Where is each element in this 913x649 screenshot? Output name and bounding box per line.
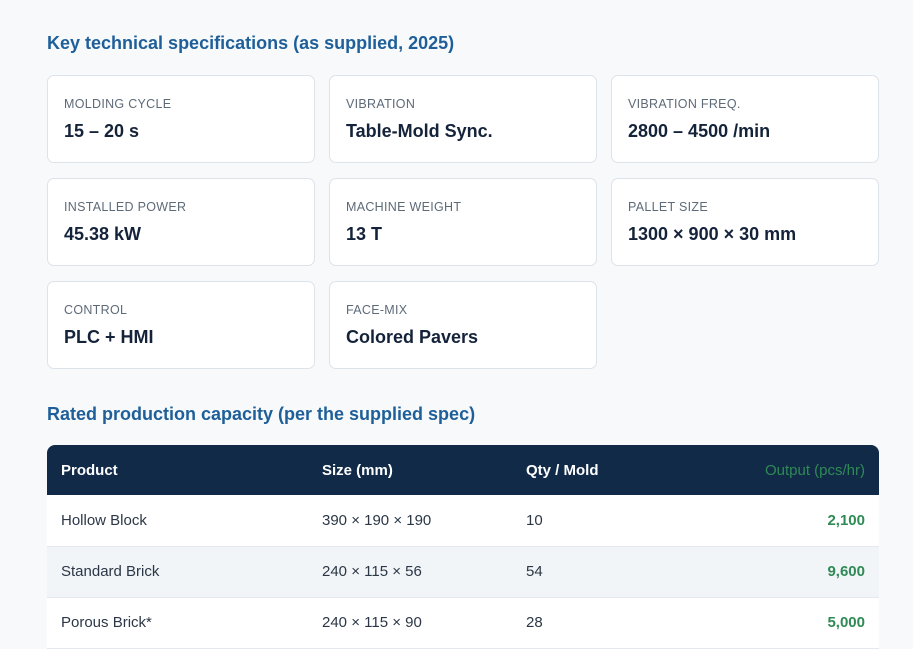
cell-qty: 28 xyxy=(526,614,543,631)
spec-label: Machine weight xyxy=(346,200,462,214)
spec-label: Installed power xyxy=(64,200,187,214)
capacity-table: Product Size (mm) Qty / Mold Output (pcs… xyxy=(47,445,879,649)
spec-value: 2800 – 4500 /min xyxy=(628,121,771,141)
table-row: Standard Brick 240 × 115 × 56 54 9,600 xyxy=(47,546,879,597)
specs-title: Key technical specifications (as supplie… xyxy=(47,33,455,53)
spec-card-vibration: Vibration Table-Mold Sync. xyxy=(329,75,597,163)
spec-card-control: Control PLC + HMI xyxy=(47,281,315,369)
cell-size: 390 × 190 × 190 xyxy=(322,511,432,529)
spec-value: PLC + HMI xyxy=(64,327,154,347)
spec-card-pallet-size: Pallet size 1300 × 900 × 30 mm xyxy=(611,178,879,266)
cell-qty: 10 xyxy=(526,511,543,529)
cell-qty: 54 xyxy=(526,563,543,580)
column-header-qty: Qty / Mold xyxy=(526,461,599,479)
cell-product: Porous Brick* xyxy=(61,614,152,631)
table-row: Hollow Block 390 × 190 × 190 10 2,100 xyxy=(47,495,879,546)
spec-label: Molding cycle xyxy=(64,97,172,111)
spec-value: 13 T xyxy=(346,224,383,244)
spec-label: Pallet size xyxy=(628,200,708,214)
column-header-size: Size (mm) xyxy=(322,461,393,479)
spec-value: Table-Mold Sync. xyxy=(346,121,493,141)
spec-label: Vibration freq. xyxy=(628,97,741,111)
cell-size: 240 × 115 × 56 xyxy=(322,563,422,580)
spec-value: 45.38 kW xyxy=(64,224,142,244)
cell-product: Standard Brick xyxy=(61,563,160,580)
spec-label: Control xyxy=(64,303,128,317)
spec-card-installed-power: Installed power 45.38 kW xyxy=(47,178,315,266)
spec-label: Vibration xyxy=(346,97,416,111)
capacity-title: Rated production capacity (per the suppl… xyxy=(47,404,476,424)
cell-product: Hollow Block xyxy=(61,511,147,529)
spec-card-machine-weight: Machine weight 13 T xyxy=(329,178,597,266)
cell-output: 5,000 xyxy=(827,614,865,631)
column-header-product: Product xyxy=(61,461,118,479)
spec-card-vibration-freq: Vibration freq. 2800 – 4500 /min xyxy=(611,75,879,163)
spec-card-face-mix: Face-mix Colored Pavers xyxy=(329,281,597,369)
table-header-row: Product Size (mm) Qty / Mold Output (pcs… xyxy=(47,445,879,495)
spec-value: 1300 × 900 × 30 mm xyxy=(628,224,797,244)
spec-value: Colored Pavers xyxy=(346,327,479,347)
spec-grid: Molding cycle 15 – 20 s Vibration Table-… xyxy=(47,75,879,369)
spec-label: Face-mix xyxy=(346,303,408,317)
spec-value: 15 – 20 s xyxy=(64,121,140,141)
column-header-output: Output (pcs/hr) xyxy=(764,461,865,479)
table-row: Porous Brick* 240 × 115 × 90 28 5,000 xyxy=(47,597,879,648)
cell-output: 9,600 xyxy=(827,563,865,580)
cell-output: 2,100 xyxy=(827,511,865,529)
spec-card-molding-cycle: Molding cycle 15 – 20 s xyxy=(47,75,315,163)
cell-size: 240 × 115 × 90 xyxy=(322,614,422,631)
